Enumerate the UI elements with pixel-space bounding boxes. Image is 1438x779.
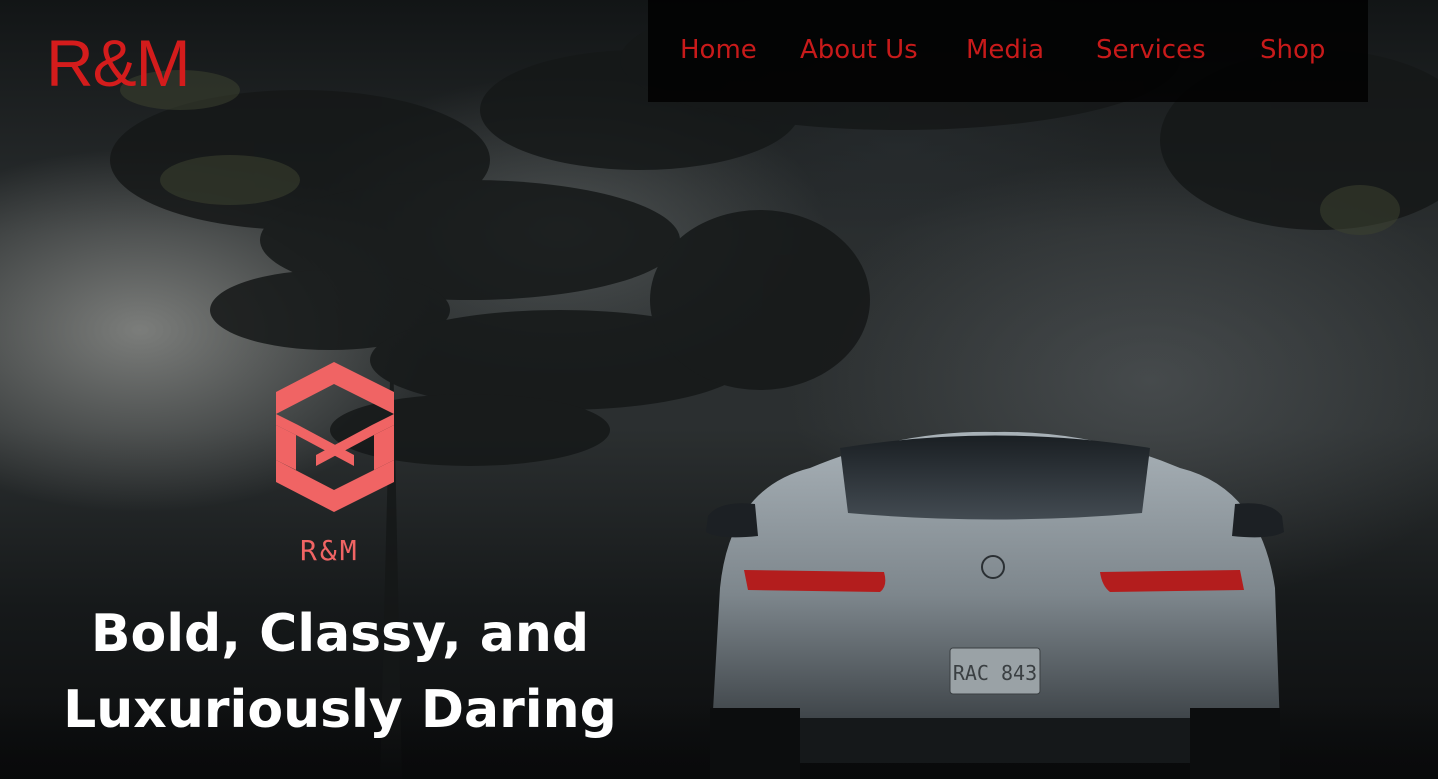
tagline-line-2: Luxuriously Daring xyxy=(63,680,617,740)
hero-section: R&M Home About Us Media Services Shop R&… xyxy=(0,0,1438,779)
nav-home[interactable]: Home xyxy=(680,32,757,68)
nav-media[interactable]: Media xyxy=(966,32,1044,68)
main-nav: Home About Us Media Services Shop xyxy=(648,0,1368,102)
nav-shop[interactable]: Shop xyxy=(1260,32,1325,68)
license-plate: RAC 843 xyxy=(953,661,1037,685)
emblem-logo-icon xyxy=(276,362,394,512)
nav-services[interactable]: Services xyxy=(1096,32,1206,68)
sports-car-image: RAC 843 xyxy=(706,431,1284,779)
nav-about-us[interactable]: About Us xyxy=(800,32,918,68)
brand-logo[interactable]: R&M xyxy=(46,24,191,102)
hero-tagline: Bold, Classy, and Luxuriously Daring xyxy=(40,596,640,748)
emblem-text: R&M xyxy=(300,534,360,567)
tagline-line-1: Bold, Classy, and xyxy=(90,604,590,664)
